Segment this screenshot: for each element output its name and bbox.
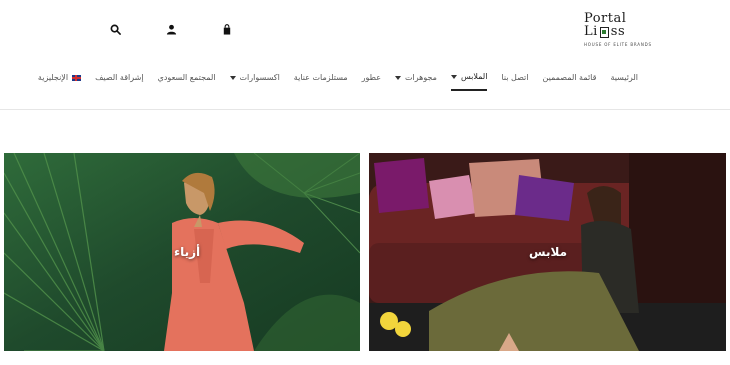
- logo-tagline: HOUSE OF ELITE BRANDS: [584, 42, 652, 47]
- logo-line2-tail: ss: [610, 24, 626, 39]
- logo-line2: Li ss: [584, 25, 644, 39]
- nav-item-accessories[interactable]: اكسسوارات: [229, 73, 280, 90]
- uk-flag-icon: [72, 74, 82, 81]
- language-switch[interactable]: الإنجليزية: [38, 73, 82, 90]
- logo-line2-text: Li: [584, 24, 598, 39]
- search-icon[interactable]: [108, 22, 122, 36]
- main-nav: الرئيسية قائمة المصممين اتصل بنا الملابس…: [38, 72, 638, 91]
- fashion-card-label: أزياء: [174, 245, 201, 259]
- nav-item-perfumes[interactable]: عطور: [362, 73, 381, 90]
- nav-item-clothing[interactable]: الملابس: [450, 72, 488, 91]
- nav-item-jewelry[interactable]: مجوهرات: [394, 73, 437, 90]
- nav-item-summer[interactable]: إشراقة الصيف: [95, 73, 144, 90]
- category-card-fashion[interactable]: أزياء: [4, 153, 360, 351]
- nav-item-saudi-community[interactable]: المجتمع السعودي: [158, 73, 216, 90]
- clothing-card-label: ملابس: [529, 245, 568, 259]
- chevron-down-icon: [394, 75, 401, 80]
- header-icons: [108, 22, 234, 36]
- user-icon[interactable]: [164, 22, 178, 36]
- nav-item-designers[interactable]: قائمة المصممين: [543, 73, 597, 90]
- category-card-clothing[interactable]: ملابس: [369, 153, 726, 351]
- site-header: Portal Li ss HOUSE OF ELITE BRANDS الرئي…: [0, 0, 730, 110]
- bag-icon[interactable]: [220, 22, 234, 36]
- chevron-down-icon: [229, 75, 236, 80]
- site-logo[interactable]: Portal Li ss HOUSE OF ELITE BRANDS: [584, 12, 652, 52]
- chevron-down-icon: [450, 74, 457, 79]
- nav-item-contact[interactable]: اتصل بنا: [501, 73, 528, 90]
- nav-item-care[interactable]: مستلزمات عناية: [294, 73, 348, 90]
- nav-item-home[interactable]: الرئيسية: [610, 73, 638, 90]
- logo-mark-icon: [599, 26, 609, 38]
